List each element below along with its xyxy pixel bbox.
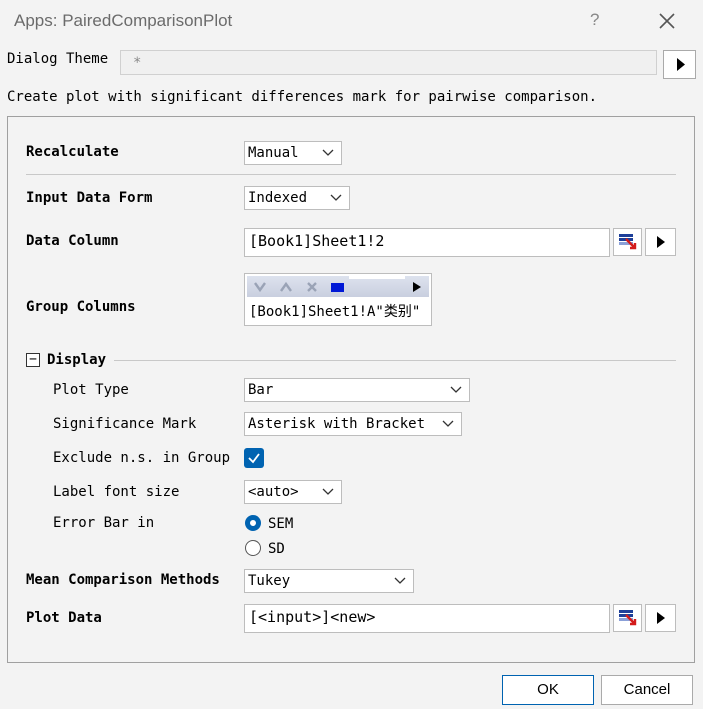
move-up-icon[interactable] xyxy=(279,280,293,294)
data-column-label: Data Column xyxy=(26,233,119,249)
input-form-value: Indexed xyxy=(248,190,308,206)
dialog-description: Create plot with significant differences… xyxy=(7,89,598,105)
group-columns-toolbar xyxy=(247,276,429,297)
play-arrow-icon[interactable] xyxy=(411,280,423,294)
group-columns-listbox[interactable]: [Book1]Sheet1!A"类别" xyxy=(244,273,432,326)
group-columns-label: Group Columns xyxy=(26,299,136,315)
help-button[interactable]: ? xyxy=(590,10,599,30)
chevron-down-icon xyxy=(450,386,462,393)
chevron-down-icon xyxy=(322,488,334,495)
cancel-button[interactable]: Cancel xyxy=(601,675,693,705)
recalculate-label: Recalculate xyxy=(26,144,119,160)
theme-menu-button[interactable] xyxy=(663,50,696,79)
exclude-ns-checkbox[interactable] xyxy=(244,448,264,468)
select-range-icon[interactable] xyxy=(330,282,346,294)
error-bar-sd-label: SD xyxy=(268,541,285,557)
column-select-icon xyxy=(619,234,637,250)
plot-type-dropdown[interactable]: Bar xyxy=(244,378,470,402)
plot-data-input[interactable]: [<input>]<new> xyxy=(244,604,610,633)
exclude-ns-label: Exclude n.s. in Group xyxy=(53,450,231,466)
close-icon xyxy=(659,13,675,29)
display-section-title: Display xyxy=(47,352,107,368)
chevron-down-icon xyxy=(330,194,342,201)
significance-mark-label: Significance Mark xyxy=(53,416,197,432)
checkmark-icon xyxy=(248,453,260,464)
move-down-icon[interactable] xyxy=(253,280,267,294)
label-font-size-dropdown[interactable]: <auto> xyxy=(244,480,342,504)
plot-type-label: Plot Type xyxy=(53,382,129,398)
mean-comparison-dropdown[interactable]: Tukey xyxy=(244,569,414,593)
label-font-size-label: Label font size xyxy=(53,484,180,500)
data-column-input[interactable]: [Book1]Sheet1!2 xyxy=(244,228,610,257)
plot-data-menu-button[interactable] xyxy=(645,604,676,632)
recalculate-dropdown[interactable]: Manual xyxy=(244,141,342,165)
recalculate-value: Manual xyxy=(248,145,299,161)
close-button[interactable] xyxy=(654,8,680,34)
significance-mark-dropdown[interactable]: Asterisk with Bracket xyxy=(244,412,462,436)
dialog-theme-label: Dialog Theme xyxy=(7,51,109,67)
error-bar-sem-radio[interactable] xyxy=(245,515,261,531)
column-select-icon xyxy=(619,610,637,626)
label-font-size-value: <auto> xyxy=(248,484,299,500)
chevron-down-icon xyxy=(322,149,334,156)
remove-icon[interactable] xyxy=(305,280,319,294)
separator xyxy=(114,360,676,361)
chevron-down-icon xyxy=(442,420,454,427)
data-column-menu-button[interactable] xyxy=(645,228,676,256)
collapse-toggle[interactable]: − xyxy=(26,353,40,367)
error-bar-label: Error Bar in xyxy=(53,515,155,531)
significance-mark-value: Asterisk with Bracket xyxy=(248,416,426,432)
separator xyxy=(26,174,676,175)
plot-type-value: Bar xyxy=(248,382,274,398)
ok-button[interactable]: OK xyxy=(502,675,594,705)
error-bar-sem-label: SEM xyxy=(268,516,294,532)
plot-data-select-button[interactable] xyxy=(613,604,642,632)
radio-dot xyxy=(250,520,256,526)
toolbar-highlight xyxy=(349,276,405,279)
input-form-dropdown[interactable]: Indexed xyxy=(244,186,350,210)
dialog-theme-input[interactable]: * xyxy=(120,50,657,75)
play-arrow-icon xyxy=(657,612,665,624)
window-title: Apps: PairedComparisonPlot xyxy=(14,11,233,30)
play-arrow-icon xyxy=(657,236,665,248)
plot-data-label: Plot Data xyxy=(26,610,102,626)
data-column-select-button[interactable] xyxy=(613,228,642,256)
chevron-down-icon xyxy=(394,577,406,584)
mean-comparison-value: Tukey xyxy=(248,573,291,589)
input-form-label: Input Data Form xyxy=(26,190,153,206)
group-columns-item[interactable]: [Book1]Sheet1!A"类别" xyxy=(249,301,420,321)
mean-comparison-label: Mean Comparison Methods xyxy=(26,572,220,588)
play-arrow-icon xyxy=(677,58,685,71)
error-bar-sd-radio[interactable] xyxy=(245,540,261,556)
